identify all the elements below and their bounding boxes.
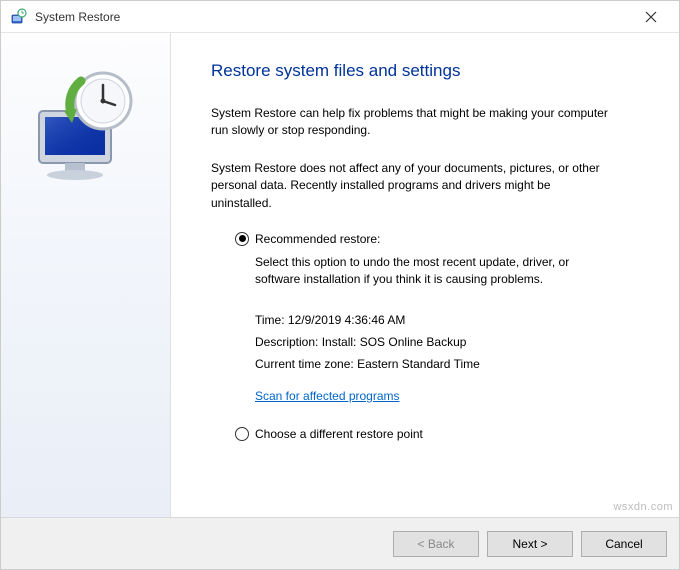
main-content: Restore system files and settings System… (171, 33, 679, 517)
recommended-details: Select this option to undo the most rece… (235, 254, 595, 403)
time-label: Time: (255, 313, 285, 327)
system-restore-icon (9, 7, 29, 27)
close-button[interactable] (631, 3, 671, 31)
restore-time: Time: 12/9/2019 4:36:46 AM (255, 313, 595, 327)
titlebar: System Restore (1, 1, 679, 33)
restore-options: Recommended restore: Select this option … (211, 232, 649, 441)
window-title: System Restore (35, 10, 631, 24)
restore-timezone: Current time zone: Eastern Standard Time (255, 357, 595, 371)
close-icon (645, 11, 657, 23)
cancel-button[interactable]: Cancel (581, 531, 667, 557)
radio-choose-different[interactable]: Choose a different restore point (235, 427, 649, 441)
tz-label: Current time zone: (255, 357, 354, 371)
desc-value: Install: SOS Online Backup (322, 335, 467, 349)
restore-illustration-icon (21, 63, 151, 193)
page-heading: Restore system files and settings (211, 61, 649, 81)
time-value: 12/9/2019 4:36:46 AM (288, 313, 405, 327)
intro-paragraph-1: System Restore can help fix problems tha… (211, 105, 611, 140)
desc-label: Description: (255, 335, 318, 349)
radio-recommended-label: Recommended restore: (255, 232, 380, 246)
footer-buttons: < Back Next > Cancel (1, 517, 679, 569)
sidebar (1, 33, 171, 517)
intro-paragraph-2: System Restore does not affect any of yo… (211, 160, 611, 212)
radio-icon (235, 232, 249, 246)
restore-description: Description: Install: SOS Online Backup (255, 335, 595, 349)
radio-choose-different-label: Choose a different restore point (255, 427, 423, 441)
recommended-description: Select this option to undo the most rece… (255, 254, 595, 289)
scan-affected-programs-link[interactable]: Scan for affected programs (255, 389, 400, 403)
radio-icon (235, 427, 249, 441)
tz-value: Eastern Standard Time (357, 357, 480, 371)
radio-recommended-restore[interactable]: Recommended restore: (235, 232, 649, 246)
dialog-body: Restore system files and settings System… (1, 33, 679, 517)
system-restore-window: System Restore (0, 0, 680, 570)
back-button[interactable]: < Back (393, 531, 479, 557)
next-button[interactable]: Next > (487, 531, 573, 557)
